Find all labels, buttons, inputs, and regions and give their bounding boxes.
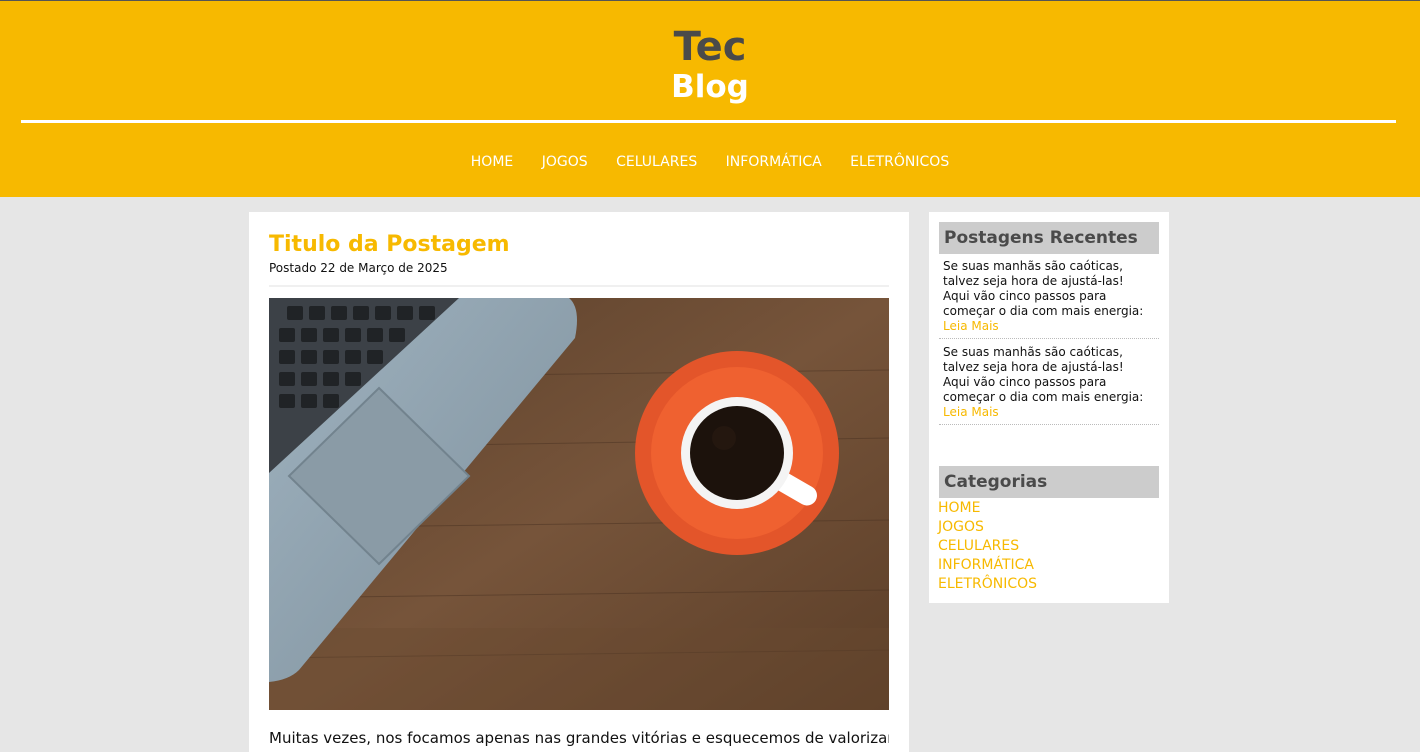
- nav-jogos[interactable]: JOGOS: [542, 154, 588, 170]
- category-item-home: HOME: [938, 499, 1037, 518]
- recent-posts-title: Postagens Recentes: [939, 222, 1159, 254]
- site-title-line1: Tec: [673, 24, 747, 70]
- category-link-jogos[interactable]: JOGOS: [938, 519, 984, 535]
- post-title[interactable]: Titulo da Postagem: [269, 232, 510, 257]
- read-more-link[interactable]: Leia Mais: [943, 319, 1154, 334]
- nav-celulares[interactable]: CELULARES: [616, 154, 697, 170]
- category-item-celulares: CELULARES: [938, 537, 1037, 556]
- site-logo[interactable]: Tec Blog: [0, 27, 1420, 103]
- nav-informatica[interactable]: INFORMÁTICA: [726, 154, 822, 170]
- categories-list: HOME JOGOS CELULARES INFORMÁTICA ELETRÔN…: [938, 499, 1037, 594]
- recent-post-item: Se suas manhãs são caóticas, talvez seja…: [939, 345, 1159, 425]
- post-divider: [269, 285, 889, 287]
- main-nav: HOME JOGOS CELULARES INFORMÁTICA ELETRÔN…: [0, 154, 1420, 170]
- post-body: Muitas vezes, nos focamos apenas nas gra…: [269, 729, 889, 747]
- categories-title: Categorias: [939, 466, 1159, 498]
- recent-post-item: Se suas manhãs são caóticas, talvez seja…: [939, 259, 1159, 339]
- nav-home[interactable]: HOME: [471, 154, 513, 170]
- header-divider: [21, 120, 1396, 123]
- post-card: Titulo da Postagem Postado 22 de Março d…: [249, 212, 909, 752]
- site-title-line2: Blog: [671, 69, 749, 105]
- category-link-home[interactable]: HOME: [938, 500, 980, 516]
- post-date: Postado 22 de Março de 2025: [269, 261, 448, 275]
- post-image: [269, 298, 889, 710]
- nav-eletronicos[interactable]: ELETRÔNICOS: [850, 154, 949, 170]
- recent-post-text: Se suas manhãs são caóticas, talvez seja…: [943, 259, 1144, 318]
- read-more-link[interactable]: Leia Mais: [943, 405, 1154, 420]
- sidebar: Postagens Recentes Se suas manhãs são ca…: [929, 212, 1169, 603]
- recent-post-text: Se suas manhãs são caóticas, talvez seja…: [943, 345, 1144, 404]
- site-header: Tec Blog HOME JOGOS CELULARES INFORMÁTIC…: [0, 1, 1420, 197]
- category-link-informatica[interactable]: INFORMÁTICA: [938, 557, 1034, 573]
- category-link-eletronicos[interactable]: ELETRÔNICOS: [938, 576, 1037, 592]
- category-item-jogos: JOGOS: [938, 518, 1037, 537]
- category-link-celulares[interactable]: CELULARES: [938, 538, 1019, 554]
- category-item-informatica: INFORMÁTICA: [938, 556, 1037, 575]
- category-item-eletronicos: ELETRÔNICOS: [938, 575, 1037, 594]
